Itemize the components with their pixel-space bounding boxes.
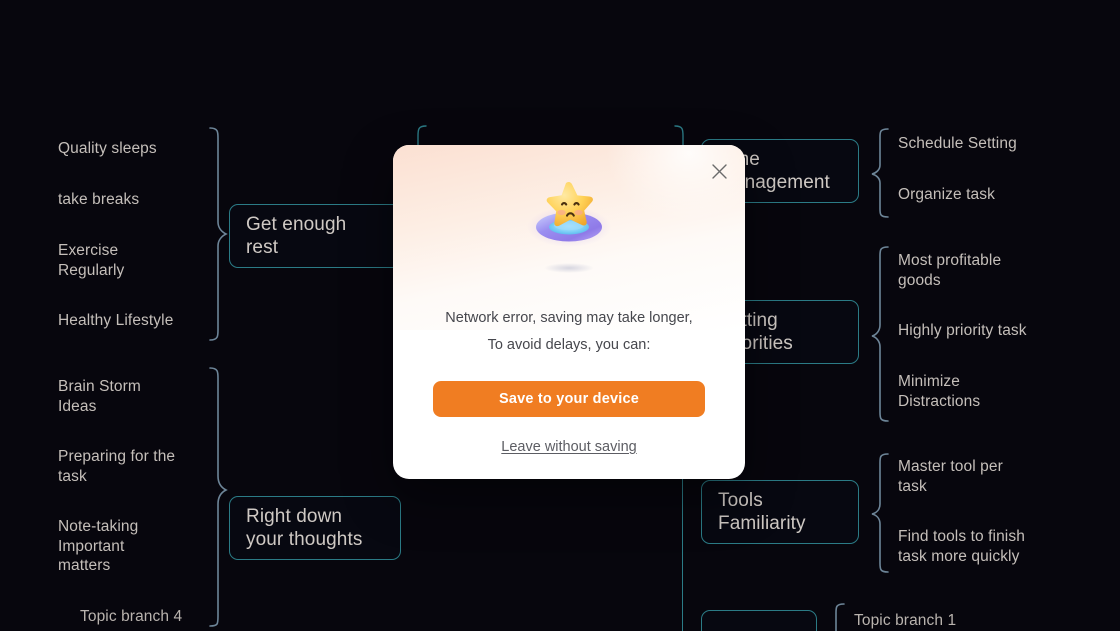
network-error-dialog: Network error, saving may take longer, T… (393, 145, 745, 479)
modal-overlay: Network error, saving may take longer, T… (0, 0, 1120, 631)
mindmap-app: Quality sleeps take breaks Exercise Regu… (0, 0, 1120, 631)
save-to-device-button[interactable]: Save to your device (433, 381, 705, 417)
close-icon[interactable] (704, 156, 734, 186)
dialog-message-line-2: To avoid delays, you can: (487, 337, 651, 353)
leave-without-saving-link[interactable]: Leave without saving (501, 439, 636, 455)
dialog-message: Network error, saving may take longer, T… (445, 305, 692, 359)
dialog-message-line-1: Network error, saving may take longer, (445, 310, 693, 326)
sad-star-mascot-icon (509, 167, 629, 279)
